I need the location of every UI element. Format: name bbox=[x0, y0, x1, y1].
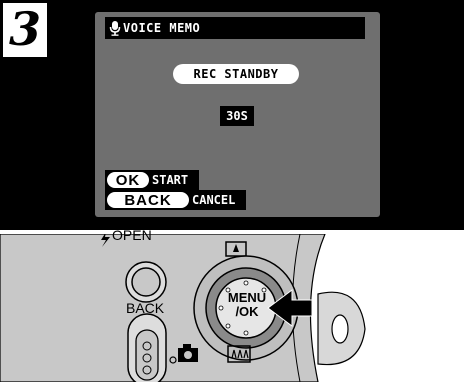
time-remaining-text: 30S bbox=[226, 109, 248, 123]
menu-ok-button[interactable]: MENU /OK bbox=[227, 291, 267, 319]
lcd-panel: 3 VOICE MEMO REC STANDBY 30S OK START BA… bbox=[0, 0, 464, 230]
lcd-title: VOICE MEMO bbox=[123, 21, 201, 35]
open-label: OPEN bbox=[112, 227, 152, 243]
time-remaining: 30S bbox=[220, 106, 254, 126]
menu-label-line1: MENU bbox=[227, 290, 267, 305]
back-cancel-hint[interactable]: BACK CANCEL bbox=[105, 190, 246, 210]
back-button-label: BACK bbox=[126, 300, 165, 316]
back-key[interactable]: BACK bbox=[107, 191, 189, 209]
status-text: REC STANDBY bbox=[193, 67, 279, 81]
cancel-label: CANCEL bbox=[192, 193, 236, 207]
status-badge: REC STANDBY bbox=[173, 64, 299, 84]
manual-page: 3 VOICE MEMO REC STANDBY 30S OK START BA… bbox=[0, 0, 464, 382]
back-key-label: BACK bbox=[124, 191, 172, 209]
step-number: 3 bbox=[8, 2, 41, 56]
menu-label-line2: /OK bbox=[235, 304, 259, 319]
ok-key[interactable]: OK bbox=[107, 171, 149, 189]
lcd-screen: VOICE MEMO REC STANDBY 30S OK START BACK… bbox=[95, 12, 380, 217]
lcd-title-bar: VOICE MEMO bbox=[105, 17, 365, 39]
start-label: START bbox=[152, 173, 189, 187]
ok-key-label: OK bbox=[115, 171, 141, 189]
ok-start-hint[interactable]: OK START bbox=[105, 170, 199, 190]
microphone-icon bbox=[108, 19, 122, 37]
step-badge: 3 bbox=[2, 2, 48, 58]
